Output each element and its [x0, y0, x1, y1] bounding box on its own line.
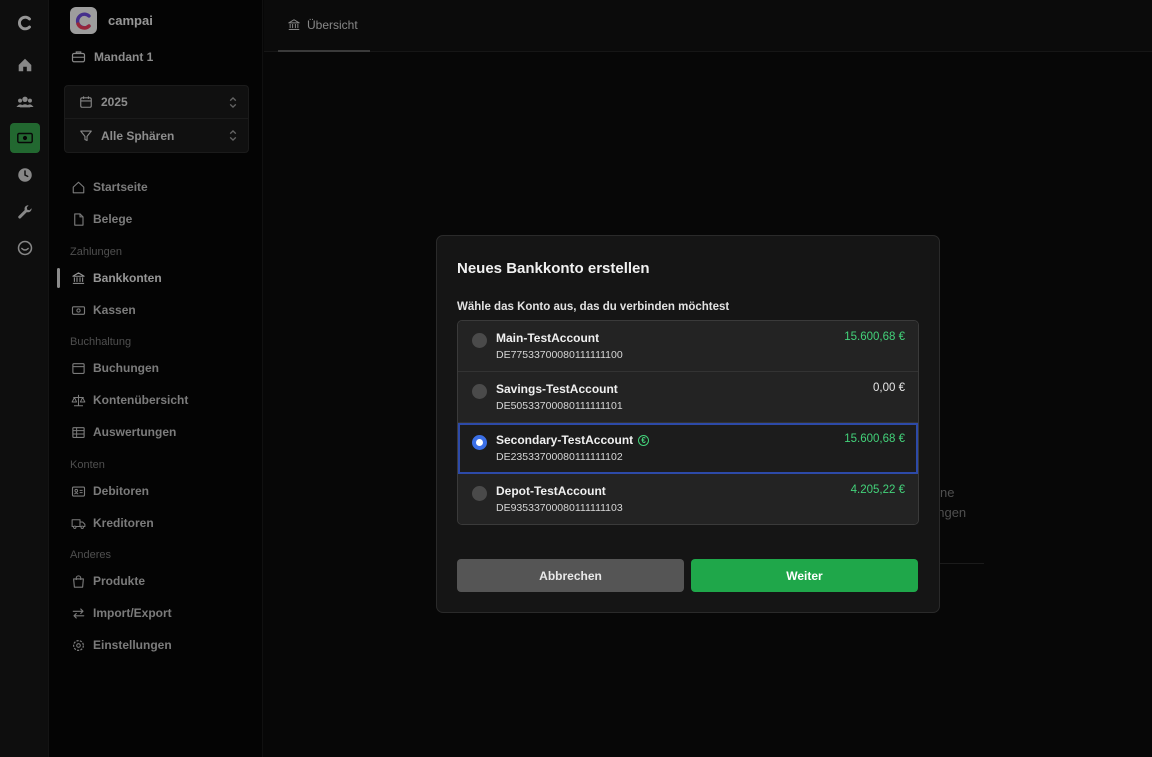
account-name: Main-TestAccount [496, 331, 600, 345]
euro-circle-icon: € [638, 435, 650, 447]
create-bank-account-dialog: Neues Bankkonto erstellen Wähle das Kont… [436, 235, 940, 613]
cancel-button[interactable]: Abbrechen [457, 559, 684, 592]
account-name: Savings-TestAccount [496, 382, 618, 396]
account-balance: 15.600,68 € [844, 433, 905, 445]
next-button[interactable]: Weiter [691, 559, 918, 592]
dialog-subtitle: Wähle das Konto aus, das du verbinden mö… [457, 301, 730, 313]
radio-button[interactable] [472, 333, 487, 348]
account-balance: 4.205,22 € [850, 484, 905, 496]
account-option[interactable]: Savings-TestAccount DE505337000801111111… [458, 372, 918, 423]
account-option[interactable]: Main-TestAccount DE77533700080111111100 … [458, 321, 918, 372]
account-balance: 0,00 € [873, 382, 905, 394]
account-name: Secondary-TestAccount [496, 433, 634, 447]
dialog-title: Neues Bankkonto erstellen [457, 260, 650, 277]
account-name: Depot-TestAccount [496, 484, 606, 498]
radio-button[interactable] [472, 384, 487, 399]
radio-button-checked[interactable] [472, 435, 487, 450]
account-option-selected[interactable]: Secondary-TestAccount € DE235337000801111… [458, 423, 918, 474]
account-iban: DE77533700080111111100 [496, 349, 623, 361]
account-iban: DE23533700080111111102 [496, 451, 623, 463]
radio-button[interactable] [472, 486, 487, 501]
account-iban: DE93533700080111111103 [496, 502, 623, 514]
account-name-wrap: Secondary-TestAccount € [496, 433, 650, 447]
account-iban: DE50533700080111111101 [496, 400, 623, 412]
account-option[interactable]: Depot-TestAccount DE93533700080111111103… [458, 474, 918, 524]
account-balance: 15.600,68 € [844, 331, 905, 343]
account-list: Main-TestAccount DE77533700080111111100 … [457, 320, 919, 525]
